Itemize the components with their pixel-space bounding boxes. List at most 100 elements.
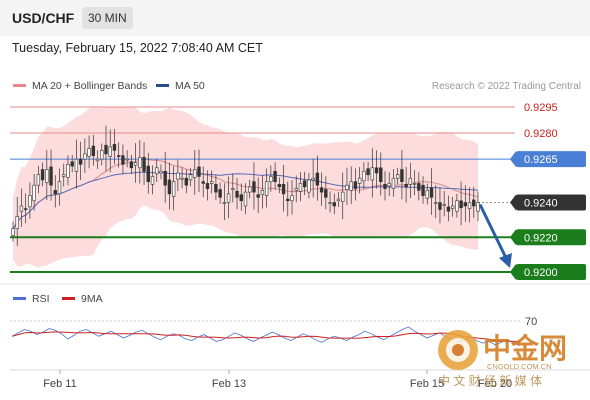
candle-body-6 <box>36 174 41 186</box>
candle-body-83 <box>362 170 366 182</box>
candle-body-30 <box>138 157 142 169</box>
candle-body-55 <box>243 191 248 207</box>
level-label-0.9200: 0.9200 <box>524 267 558 279</box>
candle-body-105 <box>455 200 459 212</box>
candle-body-84 <box>366 168 370 176</box>
candle-body-88 <box>383 183 387 189</box>
candle-body-57 <box>252 181 256 193</box>
level-tag-pointer-0.9265 <box>510 151 516 168</box>
candle-body-46 <box>205 183 210 189</box>
candle-body-38 <box>171 181 176 197</box>
candle-body-9 <box>49 166 53 186</box>
candle-body-51 <box>226 193 231 203</box>
candle-body-59 <box>260 190 265 196</box>
candle-body-16 <box>78 158 83 165</box>
watermark-name: 中金网 <box>483 332 567 364</box>
candle-body-68 <box>298 183 303 192</box>
watermark-url: CNGOLD.COM.CN <box>487 362 552 371</box>
candle-body-3 <box>23 208 28 210</box>
x-tick-label-feb11: Feb 11 <box>43 378 76 390</box>
candle-body-58 <box>256 194 260 198</box>
candle-body-12 <box>62 174 66 177</box>
candle-body-2 <box>19 205 24 212</box>
candle-body-98 <box>425 190 429 199</box>
candle-body-19 <box>91 145 96 156</box>
forecast-arrow-shaft <box>478 203 509 261</box>
candle-body-64 <box>281 183 286 195</box>
candle-body-1 <box>15 216 19 229</box>
candle-body-79 <box>345 184 349 190</box>
candle-body-81 <box>353 181 358 189</box>
candle-body-24 <box>112 144 117 151</box>
candle-body-72 <box>315 172 320 186</box>
candle-body-50 <box>222 202 227 204</box>
candle-body-78 <box>341 191 345 202</box>
candle-body-110 <box>476 202 480 212</box>
copyright-text: Research © 2022 Trading Central <box>432 81 581 92</box>
candle-body-52 <box>231 188 235 190</box>
candle-body-99 <box>429 187 434 198</box>
candle-body-75 <box>328 202 332 204</box>
candle-body-32 <box>146 165 150 182</box>
candle-body-95 <box>412 183 417 185</box>
candle-body-40 <box>180 177 184 180</box>
candle-body-41 <box>184 177 189 186</box>
candle-body-20 <box>95 158 100 162</box>
rsi-70-label: 70 <box>525 316 537 328</box>
candle-body-43 <box>193 169 197 178</box>
ma20-legend-swatch <box>13 84 26 87</box>
candle-body-48 <box>214 183 218 193</box>
candle-body-97 <box>421 184 425 196</box>
candle-body-100 <box>434 202 438 204</box>
candle-body-103 <box>446 206 451 212</box>
candle-body-37 <box>167 179 172 195</box>
chart-area: MA 20 + Bollinger Bands MA 50 Research ©… <box>0 80 590 390</box>
ma20-legend-label: MA 20 + Bollinger Bands <box>32 80 147 92</box>
candle-body-11 <box>57 181 62 195</box>
candle-body-73 <box>319 187 324 193</box>
candle-body-87 <box>379 167 383 182</box>
candle-body-28 <box>129 161 134 169</box>
candle-body-22 <box>104 144 108 155</box>
candle-body-10 <box>53 190 57 195</box>
candle-body-0 <box>11 228 15 236</box>
candle-body-25 <box>116 155 121 157</box>
candle-body-93 <box>404 183 408 188</box>
candle-body-14 <box>70 161 74 167</box>
candle-body-92 <box>400 169 404 182</box>
candle-body-7 <box>40 169 45 181</box>
candle-body-44 <box>197 166 201 177</box>
x-tick-label-feb13: Feb 13 <box>212 378 246 390</box>
candle-body-21 <box>100 150 104 160</box>
ma50-legend-label: MA 50 <box>175 80 205 92</box>
level-label-0.9220: 0.9220 <box>524 232 558 244</box>
candle-body-13 <box>66 164 70 178</box>
candle-body-61 <box>269 176 273 182</box>
candle-body-66 <box>290 195 294 202</box>
candle-body-90 <box>391 177 396 189</box>
candle-body-102 <box>442 203 446 206</box>
candle-body-56 <box>248 186 252 193</box>
candle-body-34 <box>155 167 159 175</box>
candle-body-70 <box>307 179 311 193</box>
candle-body-29 <box>133 162 138 166</box>
cngold-watermark: 中金网 CNGOLD.COM.CN 中 文 财 经 新 媒 体 <box>438 330 567 388</box>
candle-body-8 <box>45 169 49 183</box>
candle-body-109 <box>472 199 476 207</box>
rsi-legend-swatch <box>13 297 26 300</box>
candle-body-45 <box>201 181 205 184</box>
candle-body-69 <box>302 180 307 188</box>
candle-body-82 <box>357 177 362 184</box>
candle-body-63 <box>277 183 282 188</box>
candle-body-86 <box>374 167 379 174</box>
candle-body-39 <box>176 172 180 180</box>
candle-body-17 <box>83 153 87 160</box>
candle-body-4 <box>28 195 32 208</box>
candle-body-18 <box>87 148 91 157</box>
candle-body-96 <box>417 183 421 191</box>
candle-body-71 <box>311 177 315 181</box>
candle-body-26 <box>121 155 125 165</box>
ma9-legend-swatch <box>62 297 75 300</box>
candle-body-62 <box>273 170 277 182</box>
candle-body-80 <box>349 181 353 191</box>
